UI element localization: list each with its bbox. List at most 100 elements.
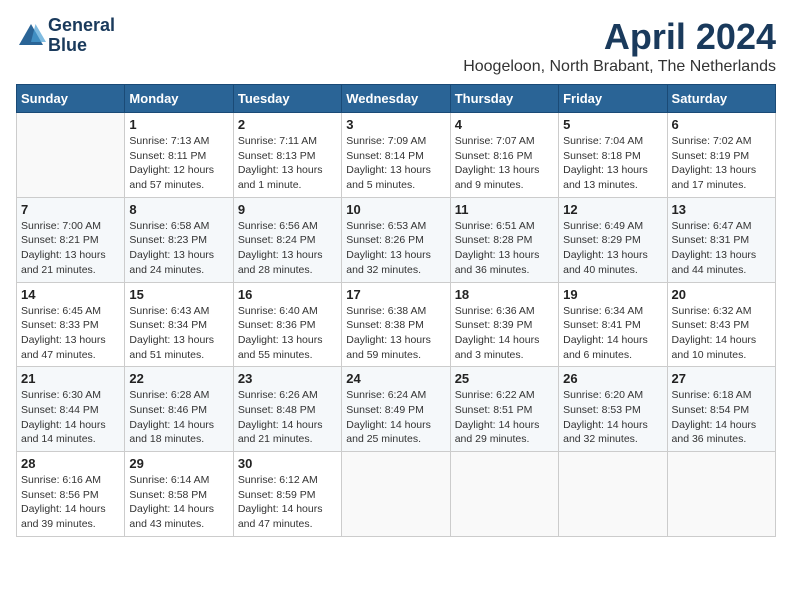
calendar-cell: 15Sunrise: 6:43 AMSunset: 8:34 PMDayligh… bbox=[125, 282, 233, 367]
calendar-cell: 25 Sunrise: 6:22 AMSunset: 8:51 PMDayligh… bbox=[450, 367, 558, 452]
day-info: Sunrise: 6:26 AMSunset: 8:48 PMDaylight:… bbox=[238, 388, 337, 447]
day-info: Sunrise: 6:49 AMSunset: 8:29 PMDaylight:… bbox=[563, 219, 662, 278]
day-number: 15 bbox=[129, 287, 228, 302]
day-number: 5 bbox=[563, 117, 662, 132]
day-number: 21 bbox=[21, 371, 120, 386]
calendar-cell: 23 Sunrise: 6:26 AMSunset: 8:48 PMDayligh… bbox=[233, 367, 341, 452]
day-number: 20 bbox=[672, 287, 771, 302]
day-info: Sunrise: 6:47 AMSunset: 8:31 PMDaylight:… bbox=[672, 219, 771, 278]
day-info: Sunrise: 6:38 AMSunset: 8:38 PMDaylight:… bbox=[346, 304, 445, 363]
day-number: 14 bbox=[21, 287, 120, 302]
calendar-cell: 7 Sunrise: 7:00 AMSunset: 8:21 PMDaylight… bbox=[17, 197, 125, 282]
day-info: Sunrise: 6:24 AMSunset: 8:49 PMDaylight:… bbox=[346, 388, 445, 447]
calendar-cell bbox=[667, 452, 775, 537]
calendar-cell: 26 Sunrise: 6:20 AMSunset: 8:53 PMDayligh… bbox=[559, 367, 667, 452]
calendar-cell: 18 Sunrise: 6:36 AMSunset: 8:39 PMDayligh… bbox=[450, 282, 558, 367]
day-number: 19 bbox=[563, 287, 662, 302]
logo: General Blue bbox=[16, 16, 115, 56]
calendar-cell: 29 Sunrise: 6:14 AMSunset: 8:58 PMDayligh… bbox=[125, 452, 233, 537]
calendar-cell: 30Sunrise: 6:12 AMSunset: 8:59 PMDayligh… bbox=[233, 452, 341, 537]
day-number: 27 bbox=[672, 371, 771, 386]
calendar-cell: 24 Sunrise: 6:24 AMSunset: 8:49 PMDayligh… bbox=[342, 367, 450, 452]
day-number: 11 bbox=[455, 202, 554, 217]
calendar-cell: 12 Sunrise: 6:49 AMSunset: 8:29 PMDayligh… bbox=[559, 197, 667, 282]
day-number: 23 bbox=[238, 371, 337, 386]
day-info: Sunrise: 7:04 AMSunset: 8:18 PMDaylight:… bbox=[563, 134, 662, 193]
calendar-week-row: 21 Sunrise: 6:30 AMSunset: 8:44 PMDayligh… bbox=[17, 367, 776, 452]
day-info: Sunrise: 6:40 AMSunset: 8:36 PMDaylight:… bbox=[238, 304, 337, 363]
calendar-cell: 3 Sunrise: 7:09 AMSunset: 8:14 PMDaylight… bbox=[342, 113, 450, 198]
day-number: 18 bbox=[455, 287, 554, 302]
calendar-cell: 6 Sunrise: 7:02 AMSunset: 8:19 PMDaylight… bbox=[667, 113, 775, 198]
day-number: 9 bbox=[238, 202, 337, 217]
calendar-cell: 21 Sunrise: 6:30 AMSunset: 8:44 PMDayligh… bbox=[17, 367, 125, 452]
calendar-cell bbox=[450, 452, 558, 537]
day-number: 12 bbox=[563, 202, 662, 217]
logo-text: General Blue bbox=[48, 16, 115, 56]
calendar-cell: 2 Sunrise: 7:11 AMSunset: 8:13 PMDaylight… bbox=[233, 113, 341, 198]
day-info: Sunrise: 7:07 AMSunset: 8:16 PMDaylight:… bbox=[455, 134, 554, 193]
title-block: April 2024 Hoogeloon, North Brabant, The… bbox=[463, 16, 776, 76]
day-number: 24 bbox=[346, 371, 445, 386]
day-number: 8 bbox=[129, 202, 228, 217]
calendar-cell bbox=[559, 452, 667, 537]
weekday-header: Monday bbox=[125, 85, 233, 113]
weekday-header: Sunday bbox=[17, 85, 125, 113]
day-number: 17 bbox=[346, 287, 445, 302]
location: Hoogeloon, North Brabant, The Netherland… bbox=[463, 58, 776, 76]
calendar-cell: 27 Sunrise: 6:18 AMSunset: 8:54 PMDayligh… bbox=[667, 367, 775, 452]
day-info: Sunrise: 6:14 AMSunset: 8:58 PMDaylight:… bbox=[129, 473, 228, 532]
day-info: Sunrise: 6:22 AMSunset: 8:51 PMDaylight:… bbox=[455, 388, 554, 447]
day-info: Sunrise: 6:34 AMSunset: 8:41 PMDaylight:… bbox=[563, 304, 662, 363]
calendar-cell: 10Sunrise: 6:53 AMSunset: 8:26 PMDayligh… bbox=[342, 197, 450, 282]
weekday-header-row: SundayMondayTuesdayWednesdayThursdayFrid… bbox=[17, 85, 776, 113]
page-header: General Blue April 2024 Hoogeloon, North… bbox=[16, 16, 776, 76]
day-info: Sunrise: 6:30 AMSunset: 8:44 PMDaylight:… bbox=[21, 388, 120, 447]
calendar-week-row: 1Sunrise: 7:13 AMSunset: 8:11 PMDaylight… bbox=[17, 113, 776, 198]
day-number: 10 bbox=[346, 202, 445, 217]
day-number: 6 bbox=[672, 117, 771, 132]
calendar-cell: 4 Sunrise: 7:07 AMSunset: 8:16 PMDaylight… bbox=[450, 113, 558, 198]
day-info: Sunrise: 6:18 AMSunset: 8:54 PMDaylight:… bbox=[672, 388, 771, 447]
calendar-cell bbox=[17, 113, 125, 198]
day-number: 25 bbox=[455, 371, 554, 386]
calendar-table: SundayMondayTuesdayWednesdayThursdayFrid… bbox=[16, 84, 776, 537]
day-info: Sunrise: 7:00 AMSunset: 8:21 PMDaylight:… bbox=[21, 219, 120, 278]
day-number: 16 bbox=[238, 287, 337, 302]
day-number: 3 bbox=[346, 117, 445, 132]
month-title: April 2024 bbox=[463, 16, 776, 58]
day-info: Sunrise: 6:45 AMSunset: 8:33 PMDaylight:… bbox=[21, 304, 120, 363]
day-number: 29 bbox=[129, 456, 228, 471]
day-number: 7 bbox=[21, 202, 120, 217]
calendar-cell: 19 Sunrise: 6:34 AMSunset: 8:41 PMDayligh… bbox=[559, 282, 667, 367]
day-info: Sunrise: 6:32 AMSunset: 8:43 PMDaylight:… bbox=[672, 304, 771, 363]
day-info: Sunrise: 6:28 AMSunset: 8:46 PMDaylight:… bbox=[129, 388, 228, 447]
day-number: 26 bbox=[563, 371, 662, 386]
weekday-header: Friday bbox=[559, 85, 667, 113]
day-info: Sunrise: 6:56 AMSunset: 8:24 PMDaylight:… bbox=[238, 219, 337, 278]
calendar-week-row: 14 Sunrise: 6:45 AMSunset: 8:33 PMDayligh… bbox=[17, 282, 776, 367]
calendar-cell: 13 Sunrise: 6:47 AMSunset: 8:31 PMDayligh… bbox=[667, 197, 775, 282]
weekday-header: Tuesday bbox=[233, 85, 341, 113]
calendar-week-row: 28Sunrise: 6:16 AMSunset: 8:56 PMDayligh… bbox=[17, 452, 776, 537]
calendar-cell: 9 Sunrise: 6:56 AMSunset: 8:24 PMDaylight… bbox=[233, 197, 341, 282]
day-number: 4 bbox=[455, 117, 554, 132]
day-info: Sunrise: 6:12 AMSunset: 8:59 PMDaylight:… bbox=[238, 473, 337, 532]
logo-icon bbox=[16, 21, 46, 51]
day-info: Sunrise: 6:36 AMSunset: 8:39 PMDaylight:… bbox=[455, 304, 554, 363]
weekday-header: Wednesday bbox=[342, 85, 450, 113]
day-number: 2 bbox=[238, 117, 337, 132]
calendar-cell: 11 Sunrise: 6:51 AMSunset: 8:28 PMDayligh… bbox=[450, 197, 558, 282]
calendar-cell: 20 Sunrise: 6:32 AMSunset: 8:43 PMDayligh… bbox=[667, 282, 775, 367]
day-number: 22 bbox=[129, 371, 228, 386]
day-info: Sunrise: 7:09 AMSunset: 8:14 PMDaylight:… bbox=[346, 134, 445, 193]
day-number: 13 bbox=[672, 202, 771, 217]
day-number: 1 bbox=[129, 117, 228, 132]
day-info: Sunrise: 6:20 AMSunset: 8:53 PMDaylight:… bbox=[563, 388, 662, 447]
weekday-header: Saturday bbox=[667, 85, 775, 113]
day-info: Sunrise: 7:11 AMSunset: 8:13 PMDaylight:… bbox=[238, 134, 337, 193]
calendar-cell: 14 Sunrise: 6:45 AMSunset: 8:33 PMDayligh… bbox=[17, 282, 125, 367]
day-info: Sunrise: 7:02 AMSunset: 8:19 PMDaylight:… bbox=[672, 134, 771, 193]
calendar-week-row: 7 Sunrise: 7:00 AMSunset: 8:21 PMDaylight… bbox=[17, 197, 776, 282]
day-info: Sunrise: 6:51 AMSunset: 8:28 PMDaylight:… bbox=[455, 219, 554, 278]
